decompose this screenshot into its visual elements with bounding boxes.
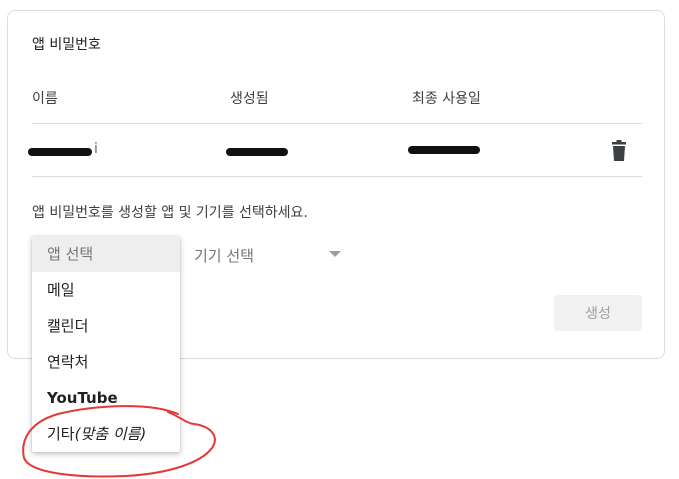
redacted-name bbox=[28, 148, 92, 156]
menu-item-other-label: 기타 bbox=[47, 425, 75, 443]
redacted-created bbox=[226, 148, 288, 156]
generate-button[interactable]: 생성 bbox=[554, 295, 642, 331]
delete-trash-icon[interactable] bbox=[609, 140, 629, 162]
menu-item-other-custom[interactable]: 기타(맞춤 이름) bbox=[32, 416, 180, 452]
table-header-divider bbox=[32, 123, 642, 124]
menu-item-contacts[interactable]: 연락처 bbox=[32, 344, 180, 380]
menu-item-calendar[interactable]: 캘린더 bbox=[32, 308, 180, 344]
name-suffix: i bbox=[94, 141, 98, 157]
card-title: 앱 비밀번호 bbox=[32, 37, 101, 53]
menu-item-mail[interactable]: 메일 bbox=[32, 272, 180, 308]
app-select-menu: 앱 선택 메일 캘린더 연락처 YouTube 기타(맞춤 이름) bbox=[32, 236, 180, 452]
redacted-last-used bbox=[408, 146, 480, 154]
device-select-dropdown[interactable]: 기기 선택 bbox=[194, 238, 346, 270]
table-row-divider bbox=[32, 176, 642, 177]
menu-item-youtube[interactable]: YouTube bbox=[32, 380, 180, 416]
chevron-down-icon bbox=[329, 251, 341, 257]
menu-item-select-app[interactable]: 앱 선택 bbox=[32, 236, 180, 272]
instruction-text: 앱 비밀번호를 생성할 앱 및 기기를 선택하세요. bbox=[32, 205, 308, 221]
column-header-name: 이름 bbox=[32, 91, 58, 107]
column-header-created: 생성됨 bbox=[230, 91, 269, 107]
menu-item-other-hint: (맞춤 이름) bbox=[74, 425, 147, 443]
column-header-last-used: 최종 사용일 bbox=[412, 91, 481, 107]
device-select-label: 기기 선택 bbox=[194, 247, 254, 265]
